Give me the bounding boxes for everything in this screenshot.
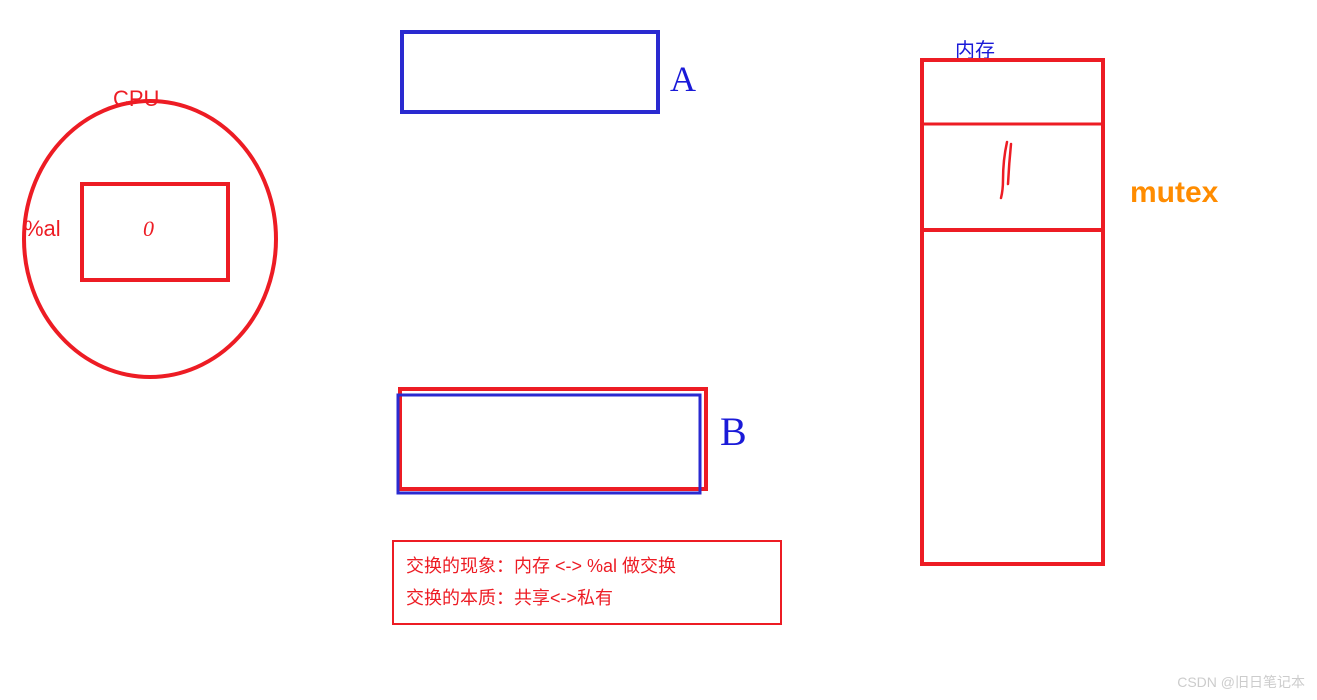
mutex-label: mutex (1130, 176, 1218, 210)
mutex-value-mark (993, 140, 1019, 202)
memory-box (920, 58, 1105, 568)
note-line-2: 交换的本质：共享<->私有 (406, 582, 768, 614)
register-box (80, 182, 230, 282)
watermark: CSDN @旧日笔记本 (1177, 672, 1305, 692)
thread-b-box (396, 385, 710, 495)
thread-b-label: B (720, 408, 747, 455)
register-al-label: %al (24, 216, 61, 242)
thread-a-box (400, 30, 660, 115)
exchange-note-box: 交换的现象：内存 <-> %al 做交换 交换的本质：共享<->私有 (392, 540, 782, 625)
register-value: 0 (143, 216, 154, 242)
thread-a-label: A (670, 58, 696, 100)
note-line-1: 交换的现象：内存 <-> %al 做交换 (406, 550, 768, 582)
